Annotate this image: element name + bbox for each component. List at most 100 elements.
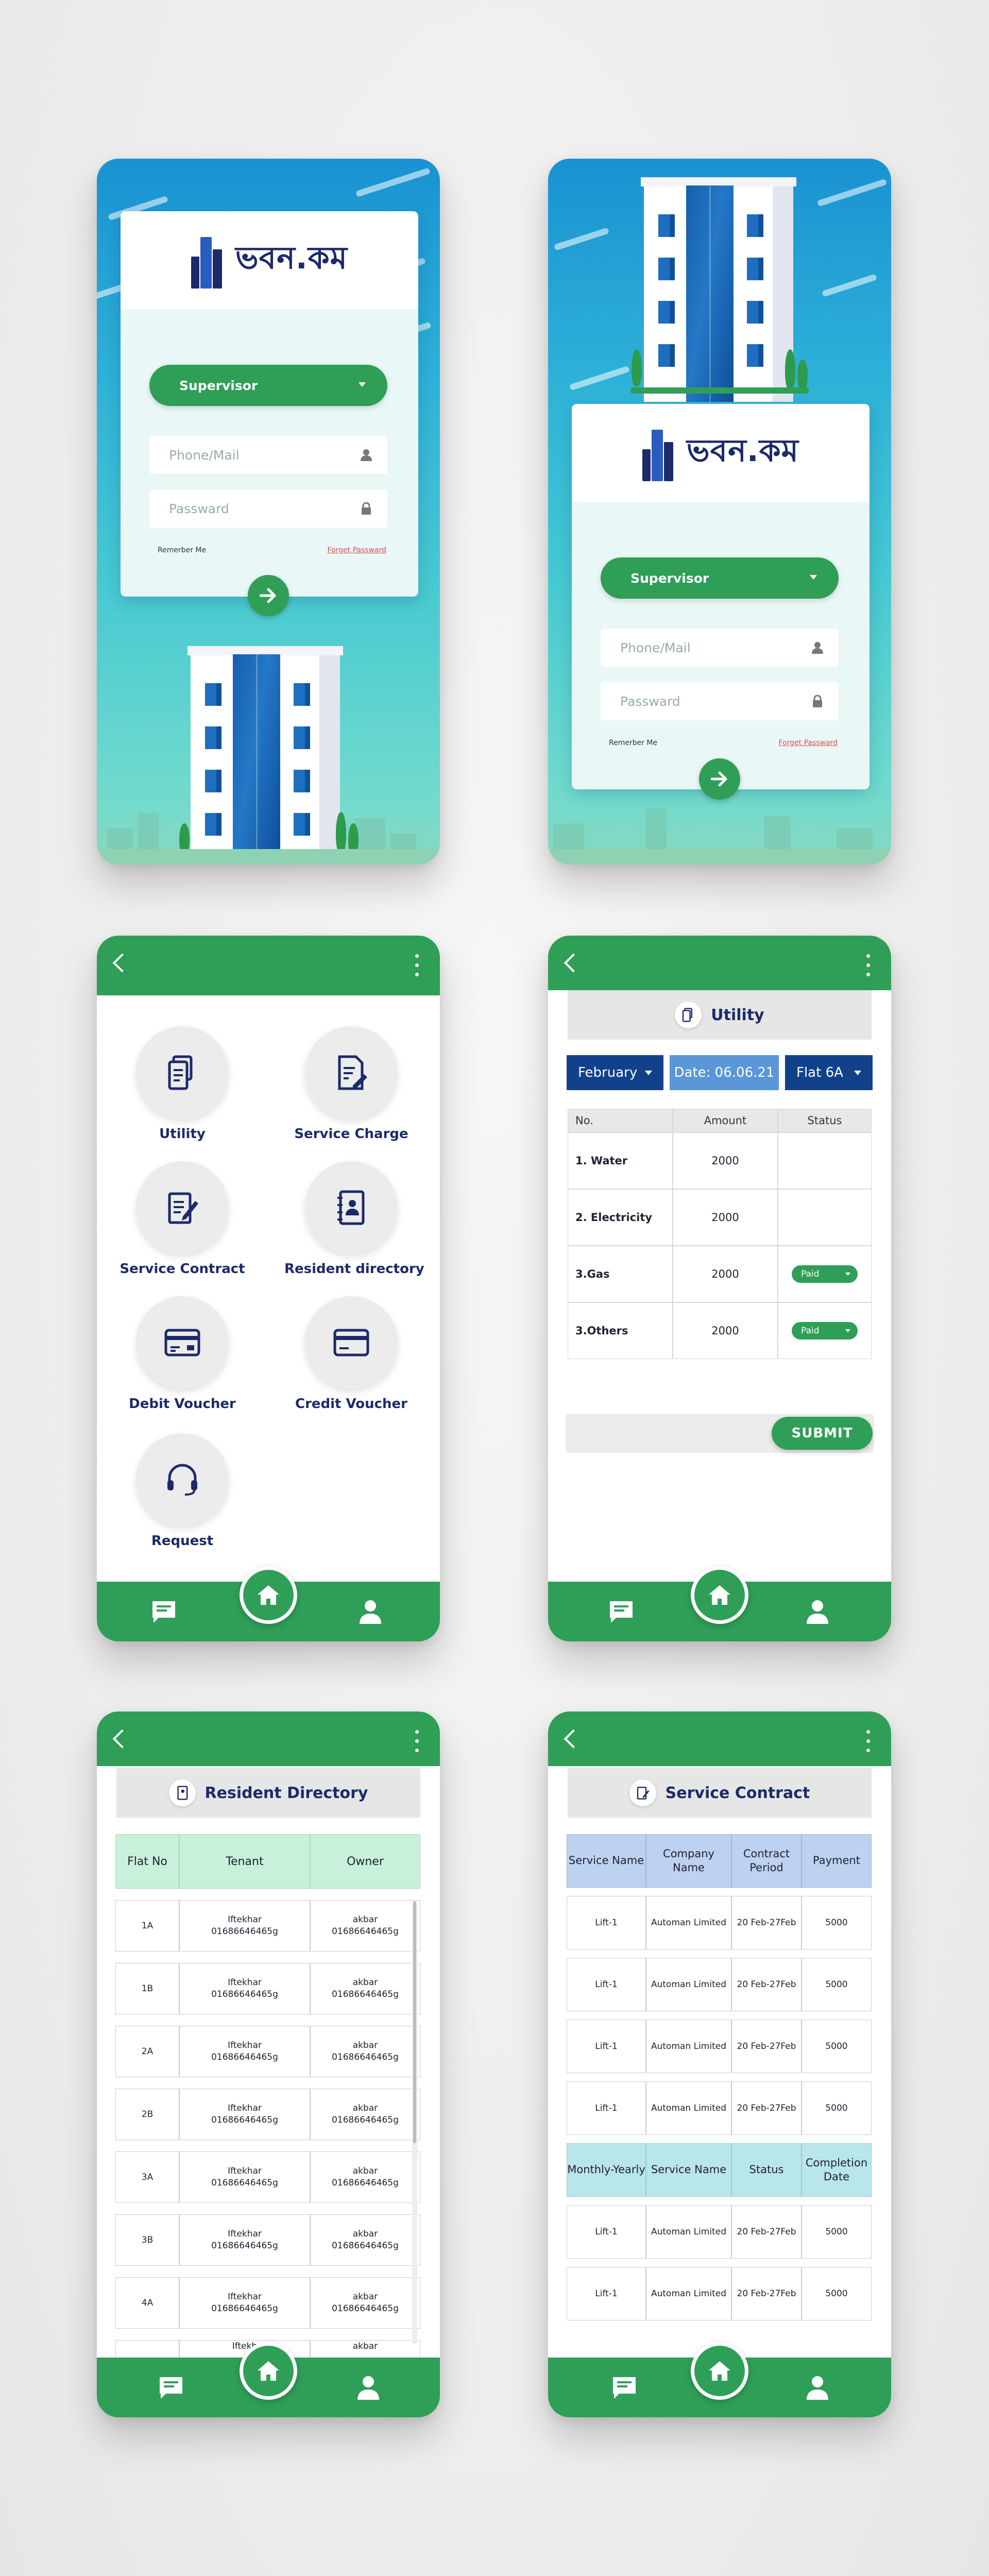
table-cell: 3A xyxy=(115,2151,179,2203)
chat-icon[interactable] xyxy=(158,2375,184,2400)
chat-icon[interactable] xyxy=(611,2375,638,2400)
flat-select[interactable]: Flat 6A xyxy=(785,1055,873,1090)
back-icon[interactable] xyxy=(112,1729,132,1749)
column-header: Service Name xyxy=(646,2143,731,2197)
phone-input[interactable]: Phone/Mail xyxy=(149,436,387,474)
home-button[interactable] xyxy=(691,1566,748,1624)
password-placeholder: Passward xyxy=(620,693,680,709)
table-row[interactable]: 4A Iftekhar 01686646465g akbar 01686646465g xyxy=(115,2277,420,2329)
home-button[interactable] xyxy=(240,1566,297,1624)
table-row[interactable]: Lift-1 Automan Limited 20 Feb-27Feb 5000 xyxy=(567,1896,872,1950)
table-row[interactable]: 1A Iftekhar 01686646465g akbar 01686646465g xyxy=(115,1900,420,1952)
tile-utility[interactable]: Utility xyxy=(136,1026,229,1142)
date-field[interactable]: Date: 06.06.21 xyxy=(670,1055,779,1090)
tile-service-charge[interactable]: Service Charge xyxy=(294,1026,408,1142)
home-screen: Utility Service Charge Service Contract … xyxy=(97,936,440,1641)
profile-icon[interactable] xyxy=(806,2375,829,2400)
remember-me-checkbox[interactable]: Remerber Me xyxy=(609,739,657,747)
table-row[interactable]: Lift-1 Automan Limited 20 Feb-27Feb 5000 xyxy=(567,2267,872,2320)
more-vert-icon[interactable] xyxy=(415,954,419,977)
user-icon xyxy=(812,642,823,654)
table-row[interactable]: Lift-1 Automan Limited 20 Feb-27Feb 5000 xyxy=(567,2020,872,2073)
login-submit-button[interactable] xyxy=(248,575,289,616)
password-input[interactable]: Passward xyxy=(601,682,839,720)
more-vert-icon[interactable] xyxy=(866,1730,871,1753)
arrow-right-icon xyxy=(260,588,276,603)
submit-button[interactable]: SUBMIT xyxy=(772,1417,873,1450)
phone-placeholder: Phone/Mail xyxy=(620,640,691,655)
table-cell: 3.Gas xyxy=(568,1246,673,1302)
table-cell: Lift-1 xyxy=(567,1958,646,2011)
table-cell: Automan Limited xyxy=(646,2205,731,2259)
table-row[interactable]: Lift-1 Automan Limited 20 Feb-27Feb 5000 xyxy=(567,2081,872,2135)
role-select[interactable]: Supervisor xyxy=(149,365,387,406)
more-vert-icon[interactable] xyxy=(866,954,871,977)
more-vert-icon[interactable] xyxy=(415,1730,419,1753)
top-app-bar xyxy=(548,936,891,990)
table-row[interactable]: 2A Iftekhar 01686646465g akbar 01686646465g xyxy=(115,2026,420,2077)
chevron-down-icon xyxy=(845,1329,850,1332)
back-icon[interactable] xyxy=(564,953,583,973)
profile-icon[interactable] xyxy=(806,1599,829,1624)
table-row[interactable]: Lift-1 Automan Limited 20 Feb-27Feb 5000 xyxy=(567,1958,872,2011)
logo-text: ভবন.কম xyxy=(235,240,348,276)
forgot-password-link[interactable]: Forget Passward xyxy=(779,739,838,747)
login-submit-button[interactable] xyxy=(699,758,740,800)
phone-input[interactable]: Phone/Mail xyxy=(601,629,839,667)
table-cell: 5000 xyxy=(802,1958,872,2011)
column-header: Tenant xyxy=(179,1834,310,1889)
submit-bar: SUBMIT xyxy=(566,1414,874,1453)
top-app-bar xyxy=(97,936,440,995)
profile-icon[interactable] xyxy=(356,2375,380,2400)
month-select[interactable]: February xyxy=(567,1055,663,1090)
status-dropdown[interactable]: Paid xyxy=(792,1265,858,1283)
profile-icon[interactable] xyxy=(359,1599,382,1624)
tile-label: Debit Voucher xyxy=(129,1396,236,1412)
tile-credit-voucher[interactable]: Credit Voucher xyxy=(295,1296,407,1412)
role-select[interactable]: Supervisor xyxy=(601,557,839,599)
top-app-bar xyxy=(97,1711,440,1766)
chat-icon[interactable] xyxy=(150,1599,177,1624)
password-placeholder: Passward xyxy=(169,501,229,516)
home-icon xyxy=(258,1585,279,1605)
tile-service-contract[interactable]: Service Contract xyxy=(120,1161,245,1277)
table-row[interactable]: 2B Iftekhar 01686646465g akbar 01686646465g xyxy=(115,2089,420,2140)
table-row[interactable]: Lift-1 Automan Limited 20 Feb-27Feb 5000 xyxy=(567,2205,872,2259)
scrollbar[interactable] xyxy=(412,1901,417,2344)
table-row[interactable]: 1B Iftekhar 01686646465g akbar 01686646465g xyxy=(115,1963,420,2014)
table-cell: 2. Electricity xyxy=(568,1189,673,1246)
table-cell: Automan Limited xyxy=(646,1958,731,2011)
back-icon[interactable] xyxy=(564,1729,583,1749)
tile-label: Service Contract xyxy=(120,1261,245,1277)
table-cell: 1. Water xyxy=(568,1132,673,1189)
tile-request[interactable]: Request xyxy=(136,1433,229,1549)
chevron-down-icon xyxy=(359,382,366,387)
status-dropdown[interactable]: Paid xyxy=(792,1322,858,1340)
table-row[interactable]: 3B Iftekhar 01686646465g akbar 01686646465g xyxy=(115,2214,420,2266)
table-cell: 2000 xyxy=(673,1189,778,1246)
tile-debit-voucher[interactable]: Debit Voucher xyxy=(129,1296,236,1412)
card-icon xyxy=(333,1329,369,1357)
back-icon[interactable] xyxy=(112,953,132,973)
remember-me-checkbox[interactable]: Remerber Me xyxy=(158,546,206,554)
tile-resident-directory[interactable]: Resident directory xyxy=(284,1161,424,1277)
chevron-down-icon xyxy=(810,575,817,580)
chat-icon[interactable] xyxy=(608,1599,635,1624)
table-cell: 2B xyxy=(115,2089,179,2140)
table-row: 3.Others 2000 Paid xyxy=(568,1302,872,1359)
building-illustration xyxy=(187,646,343,850)
table-cell: 5000 xyxy=(802,2205,872,2259)
table-cell: Lift-1 xyxy=(567,2267,646,2320)
table-cell: 5000 xyxy=(802,2020,872,2073)
table-cell: Lift-1 xyxy=(567,2020,646,2073)
table-cell: 1B xyxy=(115,1963,179,2014)
home-button[interactable] xyxy=(691,2342,748,2400)
column-header: Completion Date xyxy=(802,2143,872,2197)
password-input[interactable]: Passward xyxy=(149,489,387,528)
forgot-password-link[interactable]: Forget Passward xyxy=(328,546,386,554)
home-button[interactable] xyxy=(240,2342,297,2400)
directory-icon xyxy=(337,1190,365,1225)
tile-label: Credit Voucher xyxy=(295,1396,407,1412)
table-row[interactable]: 3A Iftekhar 01686646465g akbar 01686646465g xyxy=(115,2151,420,2203)
home-icon xyxy=(709,2361,730,2381)
